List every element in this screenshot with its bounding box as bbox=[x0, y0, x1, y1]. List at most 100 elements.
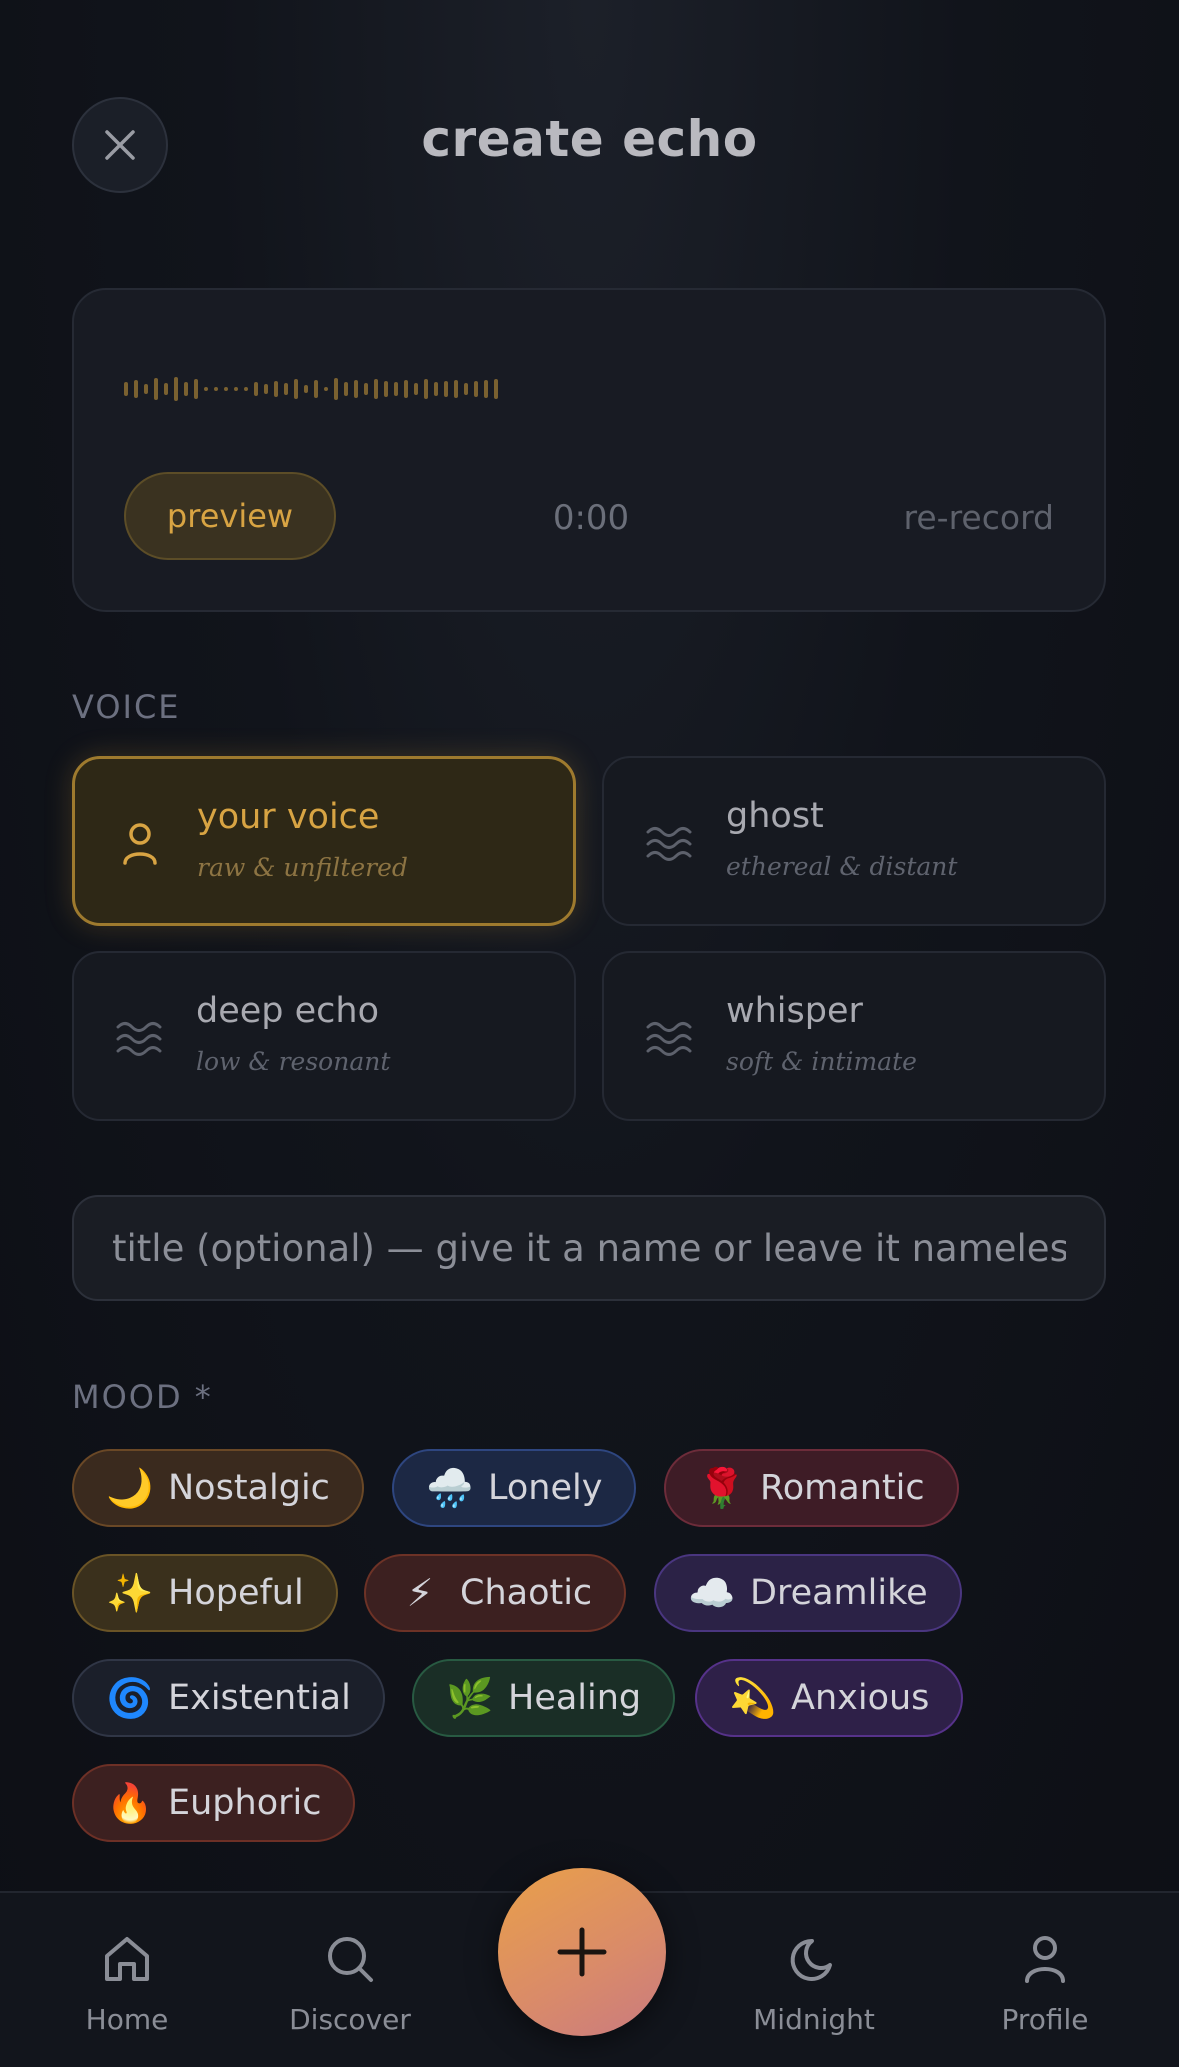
waveform-bar bbox=[164, 383, 168, 395]
waveform-bar bbox=[194, 379, 198, 399]
title-input[interactable] bbox=[72, 1195, 1106, 1301]
mood-label: Lonely bbox=[488, 1468, 603, 1508]
waveform-bar bbox=[154, 378, 158, 400]
waveform-bar bbox=[124, 382, 128, 396]
waveform-bar bbox=[274, 381, 278, 397]
spiral-icon: 🌀 bbox=[106, 1675, 154, 1720]
nav-item-midnight[interactable]: Midnight bbox=[724, 1931, 904, 2036]
voice-name: deep echo bbox=[196, 991, 379, 1031]
waveform-bar bbox=[134, 380, 138, 398]
waveform-bar bbox=[184, 382, 188, 396]
rain-cloud-icon: 🌧️ bbox=[426, 1465, 474, 1510]
waveform-bar bbox=[444, 381, 448, 397]
create-button[interactable] bbox=[498, 1868, 666, 2036]
recorder-card: preview 0:00 re-record bbox=[72, 288, 1106, 612]
voice-name: ghost bbox=[726, 796, 824, 836]
waveform-bar bbox=[314, 380, 318, 398]
mood-chip-hopeful[interactable]: ✨ Hopeful bbox=[72, 1554, 338, 1632]
voice-name: whisper bbox=[726, 991, 863, 1031]
waveform-bar bbox=[404, 380, 408, 398]
waveform-bar bbox=[454, 380, 458, 398]
herb-icon: 🌿 bbox=[446, 1675, 494, 1720]
waveform-bar bbox=[144, 384, 148, 394]
voice-option-whisper[interactable]: whisper soft & intimate bbox=[602, 951, 1106, 1121]
mood-chip-dreamlike[interactable]: ☁️ Dreamlike bbox=[654, 1554, 962, 1632]
voice-description: low & resonant bbox=[196, 1047, 391, 1076]
fire-icon: 🔥 bbox=[106, 1780, 154, 1825]
moon-icon: 🌙 bbox=[106, 1465, 154, 1510]
waveform-bar bbox=[234, 387, 238, 391]
waveform-bar bbox=[334, 378, 338, 400]
voice-description: soft & intimate bbox=[726, 1047, 917, 1076]
waveform-bar bbox=[214, 387, 218, 391]
mood-label: Nostalgic bbox=[168, 1468, 330, 1508]
mood-chip-lonely[interactable]: 🌧️ Lonely bbox=[392, 1449, 637, 1527]
mood-chip-euphoric[interactable]: 🔥 Euphoric bbox=[72, 1764, 356, 1842]
waves-icon bbox=[116, 1022, 162, 1056]
mood-chip-nostalgic[interactable]: 🌙 Nostalgic bbox=[72, 1449, 364, 1527]
waveform-bar bbox=[474, 381, 478, 397]
waveform-bar bbox=[494, 379, 498, 399]
cloud-icon: ☁️ bbox=[688, 1570, 736, 1615]
waveform-bar bbox=[484, 380, 488, 398]
mood-chip-chaotic[interactable]: ⚡ Chaotic bbox=[364, 1554, 627, 1632]
mood-chip-healing[interactable]: 🌿 Healing bbox=[412, 1659, 676, 1737]
dizzy-icon: 💫 bbox=[729, 1675, 777, 1720]
lightning-icon: ⚡ bbox=[406, 1571, 434, 1615]
waveform-bar bbox=[304, 385, 308, 393]
waveform-bar bbox=[424, 379, 428, 399]
waveform-bar bbox=[434, 382, 438, 396]
mood-label: Existential bbox=[168, 1678, 351, 1718]
nav-item-home[interactable]: Home bbox=[37, 1931, 217, 2036]
person-icon bbox=[1025, 1936, 1065, 1983]
page-title: create echo bbox=[421, 110, 758, 168]
waveform-bar bbox=[464, 383, 468, 395]
waveform-bar bbox=[264, 384, 268, 394]
waveform-bar bbox=[324, 387, 328, 391]
nav-item-discover[interactable]: Discover bbox=[260, 1931, 440, 2036]
nav-label: Home bbox=[85, 2003, 169, 2036]
mood-label: Dreamlike bbox=[750, 1573, 928, 1613]
mood-section-label: MOOD * bbox=[72, 1378, 213, 1416]
waveform bbox=[124, 374, 498, 404]
waveform-bar bbox=[284, 383, 288, 395]
nav-item-profile[interactable]: Profile bbox=[955, 1931, 1135, 2036]
plus-icon bbox=[557, 1927, 607, 1977]
waveform-bar bbox=[384, 381, 388, 397]
waveform-bar bbox=[294, 379, 298, 399]
waveform-bar bbox=[204, 387, 208, 391]
mood-label: Hopeful bbox=[168, 1573, 304, 1613]
mood-chip-romantic[interactable]: 🌹 Romantic bbox=[664, 1449, 959, 1527]
voice-option-ghost[interactable]: ghost ethereal & distant bbox=[602, 756, 1106, 926]
waveform-bar bbox=[374, 379, 378, 399]
waveform-bar bbox=[354, 380, 358, 398]
nav-label: Discover bbox=[289, 2003, 411, 2036]
voice-description: raw & unfiltered bbox=[197, 853, 408, 882]
waveform-bar bbox=[394, 382, 398, 396]
waveform-bar bbox=[344, 382, 348, 396]
nav-label: Midnight bbox=[753, 2003, 875, 2036]
person-icon bbox=[123, 823, 157, 865]
mood-label: Healing bbox=[508, 1678, 642, 1718]
mood-chip-existential[interactable]: 🌀 Existential bbox=[72, 1659, 385, 1737]
sparkles-icon: ✨ bbox=[106, 1570, 154, 1615]
waveform-bar bbox=[224, 387, 228, 391]
waveform-bar bbox=[254, 382, 258, 396]
mood-label: Anxious bbox=[791, 1678, 930, 1718]
waveform-bar bbox=[174, 377, 178, 401]
rerecord-button[interactable]: re-record bbox=[904, 498, 1054, 537]
mood-label: Romantic bbox=[760, 1468, 925, 1508]
waves-icon bbox=[646, 827, 692, 861]
voice-option-your-voice[interactable]: your voice raw & unfiltered bbox=[72, 756, 576, 926]
voice-option-deep-echo[interactable]: deep echo low & resonant bbox=[72, 951, 576, 1121]
waveform-bar bbox=[414, 383, 418, 395]
waveform-bar bbox=[244, 387, 248, 391]
mood-chip-anxious[interactable]: 💫 Anxious bbox=[695, 1659, 964, 1737]
waveform-bar bbox=[364, 383, 368, 395]
voice-name: your voice bbox=[197, 797, 380, 837]
mood-label: Chaotic bbox=[460, 1573, 593, 1613]
search-icon bbox=[328, 1937, 373, 1982]
rose-icon: 🌹 bbox=[698, 1465, 746, 1510]
nav-label: Profile bbox=[1001, 2003, 1089, 2036]
voice-section-label: VOICE bbox=[72, 688, 181, 726]
